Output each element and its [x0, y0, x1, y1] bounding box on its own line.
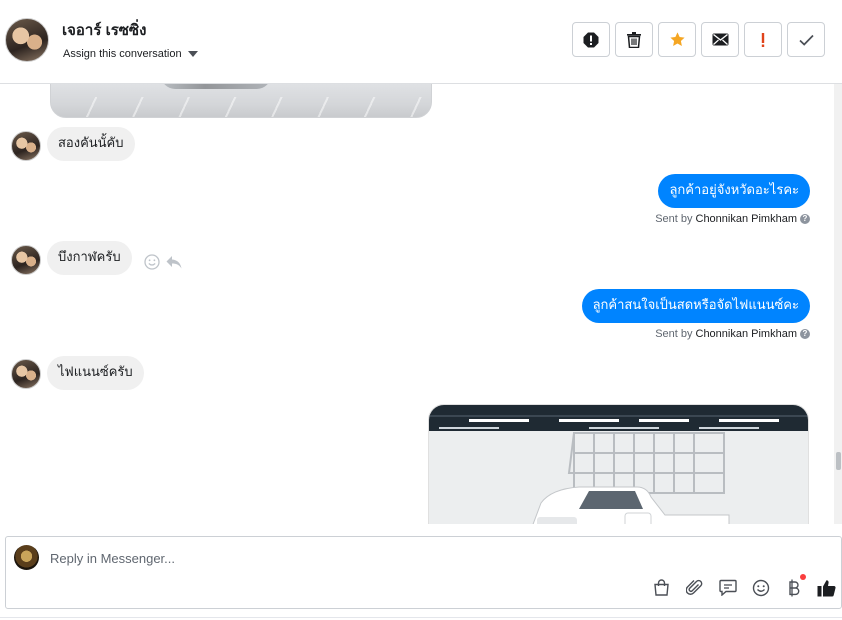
conversation-header: เจอาร์ เรซซิ่ง Assign this conversation	[0, 0, 842, 84]
sent-by-prefix: Sent by	[655, 328, 693, 340]
trash-icon	[627, 31, 641, 48]
incoming-message[interactable]: ไฟแนนซ์ครับ	[47, 356, 144, 390]
conversation-actions	[572, 22, 825, 57]
sent-by-name: Chonnikan Pimkham	[695, 213, 798, 225]
follow-up-button[interactable]	[744, 22, 782, 57]
shopping-bag-icon	[654, 579, 669, 596]
assign-conversation-dropdown[interactable]: Assign this conversation	[63, 48, 198, 60]
delete-button[interactable]	[615, 22, 653, 57]
image-attachment-car-top[interactable]	[50, 84, 432, 118]
mark-spam-button[interactable]	[572, 22, 610, 57]
pickup-truck-photo	[429, 405, 808, 524]
saved-reply-icon	[718, 579, 737, 596]
reply-composer	[5, 536, 842, 609]
question-circle-icon[interactable]: ?	[800, 329, 810, 339]
mark-done-button[interactable]	[787, 22, 825, 57]
star-icon	[669, 32, 685, 46]
caret-down-icon	[187, 51, 198, 57]
car-photo-fragment	[161, 84, 271, 89]
photo-floor	[51, 97, 431, 117]
attachment-icon	[685, 579, 702, 595]
contact-name[interactable]: เจอาร์ เรซซิ่ง	[62, 18, 146, 42]
payment-icon	[788, 579, 799, 596]
reply-icon[interactable]	[166, 255, 182, 269]
incoming-message[interactable]: บึงกาฬครับ	[47, 241, 132, 275]
react-emoji-icon[interactable]	[144, 254, 160, 270]
page-avatar	[14, 545, 39, 570]
customer-avatar[interactable]	[11, 359, 41, 389]
emoji-button[interactable]	[751, 578, 770, 597]
footer-divider	[0, 617, 842, 618]
mark-spam-icon	[583, 32, 599, 47]
mark-done-icon	[798, 34, 814, 46]
thread-scrollbar[interactable]	[834, 84, 842, 524]
outgoing-message[interactable]: ลูกค้าอยู่จังหวัดอะไรคะ	[658, 174, 810, 208]
saved-replies-button[interactable]	[718, 578, 737, 597]
sent-by-name: Chonnikan Pimkham	[695, 328, 798, 340]
mark-unread-button[interactable]	[701, 22, 739, 57]
mark-unread-icon	[712, 33, 728, 46]
customer-avatar[interactable]	[11, 245, 41, 275]
sent-by-info: Sent by Chonnikan Pimkham ?	[655, 213, 810, 225]
notification-dot	[800, 574, 806, 580]
scrollbar-thumb[interactable]	[836, 452, 841, 470]
contact-avatar[interactable]	[5, 18, 49, 62]
incoming-message[interactable]: สองคันนั้คับ	[47, 127, 135, 161]
payment-button[interactable]	[784, 574, 806, 597]
message-thread[interactable]: สองคันนั้คับ ลูกค้าอยู่จังหวัดอะไรคะ Sen…	[0, 84, 842, 524]
customer-avatar[interactable]	[11, 131, 41, 161]
reply-input[interactable]	[50, 547, 610, 569]
sent-by-prefix: Sent by	[655, 213, 693, 225]
emoji-icon	[752, 579, 769, 596]
outgoing-message[interactable]: ลูกค้าสนใจเป็นสดหรือจัดไฟแนนซ์คะ	[581, 289, 810, 323]
follow-up-icon	[761, 32, 765, 47]
star-button[interactable]	[658, 22, 696, 57]
attach-button[interactable]	[685, 578, 704, 597]
like-icon	[817, 579, 836, 597]
composer-tools	[652, 574, 836, 597]
assign-label: Assign this conversation	[63, 48, 182, 60]
image-attachment-pickup-truck[interactable]	[428, 404, 809, 524]
shop-button[interactable]	[652, 578, 671, 597]
like-button[interactable]	[817, 578, 836, 597]
message-actions	[144, 254, 182, 270]
sent-by-info: Sent by Chonnikan Pimkham ?	[655, 328, 810, 340]
question-circle-icon[interactable]: ?	[800, 214, 810, 224]
